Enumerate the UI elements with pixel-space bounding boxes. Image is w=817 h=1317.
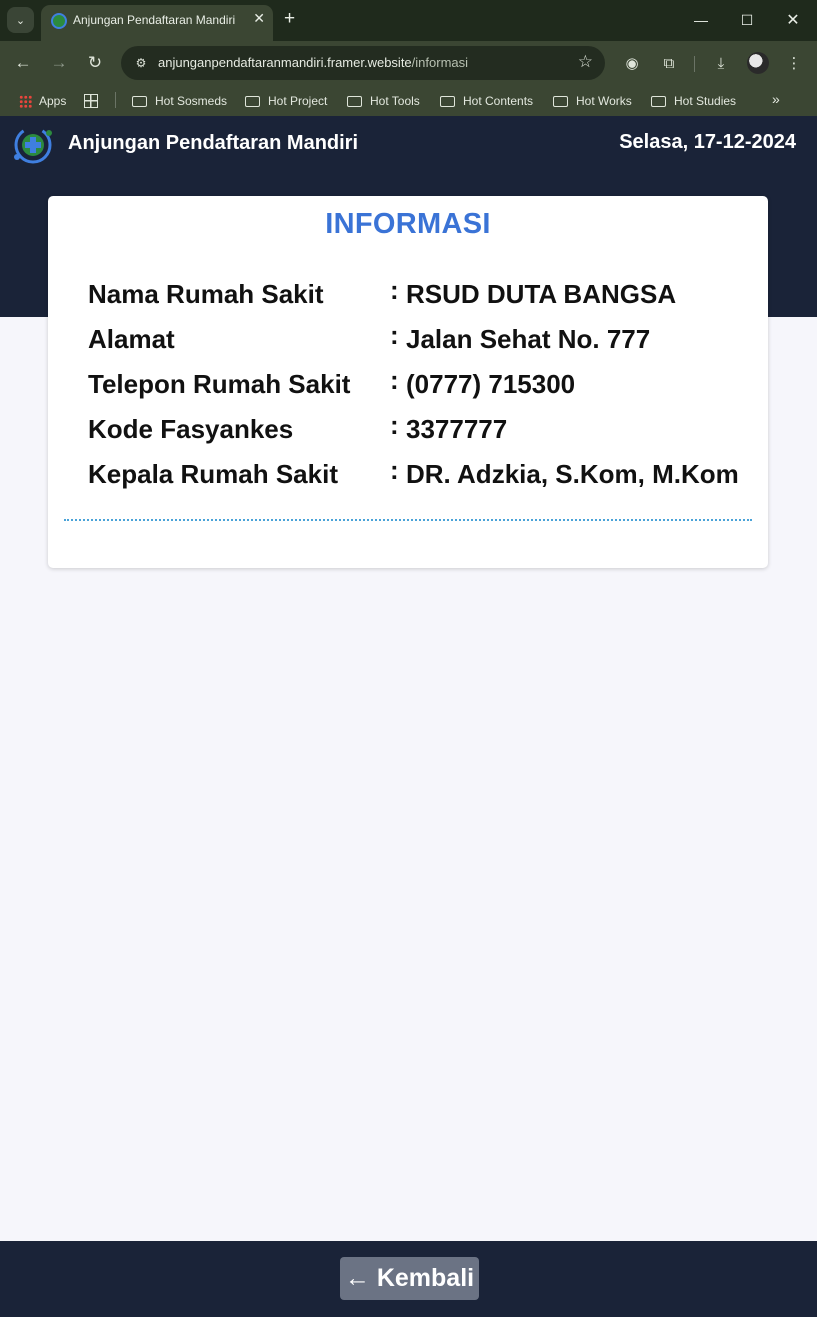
url-path: /informasi	[411, 55, 469, 70]
info-label: Alamat	[88, 324, 175, 354]
browser-toolbar: ← → ↻ ⚙ anjunganpendaftaranmandiri.frame…	[0, 41, 817, 85]
back-button[interactable]: ← Kembali	[340, 1257, 479, 1300]
bookmark-folder-hot-project[interactable]: Hot Project	[245, 91, 327, 111]
profile-avatar[interactable]	[747, 52, 769, 74]
bookmark-label: Hot Tools	[370, 94, 420, 108]
bookmark-apps[interactable]: Apps	[19, 91, 66, 111]
close-window-icon[interactable]: ✕	[779, 6, 807, 34]
info-separator: :	[390, 320, 399, 350]
bookmark-label: Hot Studies	[674, 94, 737, 108]
bookmark-label: Apps	[39, 94, 67, 108]
folder-icon	[440, 95, 455, 107]
apps-grid-icon	[19, 94, 32, 108]
tab-groups-button[interactable]	[84, 91, 98, 111]
info-label: Nama Rumah Sakit	[88, 279, 324, 309]
folder-icon	[347, 95, 362, 107]
info-value: (0777) 715300	[406, 369, 576, 399]
info-row-phone: Telepon Rumah Sakit : (0777) 715300	[88, 365, 768, 409]
maximize-icon[interactable]: ☐	[733, 6, 761, 34]
new-tab-icon[interactable]: +	[284, 8, 295, 30]
bookmark-divider	[115, 92, 116, 108]
info-label: Telepon Rumah Sakit	[88, 369, 351, 399]
info-value: Jalan Sehat No. 777	[406, 324, 651, 354]
forward-arrow-icon[interactable]: →	[47, 51, 71, 75]
info-row-hospital-head: Kepala Rumah Sakit : DR. Adzkia, S.Kom, …	[88, 455, 768, 499]
dotted-divider	[64, 519, 752, 521]
bookmark-folder-hot-sosmeds[interactable]: Hot Sosmeds	[132, 91, 227, 111]
info-label: Kepala Rumah Sakit	[88, 459, 338, 489]
favicon-icon	[51, 13, 67, 29]
bookmark-folder-hot-tools[interactable]: Hot Tools	[347, 91, 420, 111]
current-date: Selasa, 17-12-2024	[619, 131, 796, 153]
bookmark-label: Hot Project	[268, 94, 328, 108]
card-title: INFORMASI	[325, 208, 491, 240]
close-tab-icon[interactable]: ✕	[253, 10, 265, 27]
browser-titlebar: ⌄ Anjungan Pendaftaran Mandiri ✕ + — ☐ ✕	[0, 0, 817, 41]
app-footer: ← Kembali	[0, 1241, 817, 1317]
toolbar-divider	[694, 56, 695, 72]
extensions-icon[interactable]: ⧉	[657, 51, 681, 75]
back-arrow-icon[interactable]: ←	[11, 51, 35, 75]
info-separator: :	[390, 275, 399, 305]
bookmark-folder-hot-contents[interactable]: Hot Contents	[440, 91, 533, 111]
info-card: INFORMASI Nama Rumah Sakit : RSUD DUTA B…	[48, 196, 768, 568]
reload-icon[interactable]: ↻	[83, 51, 107, 75]
hospital-logo-icon	[14, 126, 52, 164]
info-row-hospital-name: Nama Rumah Sakit : RSUD DUTA BANGSA	[88, 275, 768, 319]
bookmark-star-icon[interactable]: ☆	[578, 52, 593, 72]
url-host: anjunganpendaftaranmandiri.framer.websit…	[158, 55, 412, 70]
bookmark-label: Hot Works	[576, 94, 632, 108]
address-bar[interactable]: ⚙ anjunganpendaftaranmandiri.framer.webs…	[121, 46, 605, 80]
info-separator: :	[390, 455, 399, 485]
folder-icon	[132, 95, 147, 107]
kebab-menu-icon[interactable]: ⋮	[782, 51, 806, 75]
app-title: Anjungan Pendaftaran Mandiri	[68, 132, 359, 154]
folder-icon	[651, 95, 666, 107]
info-separator: :	[390, 410, 399, 440]
info-row-facility-code: Kode Fasyankes : 3377777	[88, 410, 768, 454]
bookmark-label: Hot Contents	[463, 94, 534, 108]
info-label: Kode Fasyankes	[88, 414, 294, 444]
camera-icon[interactable]: ◉	[620, 51, 644, 75]
bookmarks-bar: Apps Hot Sosmeds Hot Project Hot Tools H…	[0, 85, 817, 116]
info-value: RSUD DUTA BANGSA	[406, 279, 677, 309]
bookmark-folder-hot-studies[interactable]: Hot Studies	[651, 91, 736, 111]
folder-icon	[245, 95, 260, 107]
more-bookmarks-icon[interactable]: »	[772, 91, 780, 107]
info-separator: :	[390, 365, 399, 395]
url-text[interactable]: anjunganpendaftaranmandiri.framer.websit…	[158, 55, 468, 70]
info-value: DR. Adzkia, S.Kom, M.Kom	[406, 459, 739, 489]
tab-groups-icon	[84, 94, 98, 108]
info-row-address: Alamat : Jalan Sehat No. 777	[88, 320, 768, 364]
bookmark-folder-hot-works[interactable]: Hot Works	[553, 91, 632, 111]
bookmark-label: Hot Sosmeds	[155, 94, 228, 108]
browser-tab[interactable]: Anjungan Pendaftaran Mandiri ✕	[41, 5, 273, 41]
download-icon[interactable]: ⤓	[709, 51, 733, 75]
info-value: 3377777	[406, 414, 508, 444]
site-info-icon[interactable]: ⚙	[130, 52, 152, 74]
minimize-icon[interactable]: —	[687, 6, 715, 34]
folder-icon	[553, 95, 568, 107]
tab-search-button[interactable]: ⌄	[7, 7, 34, 33]
tab-title: Anjungan Pendaftaran Mandiri	[73, 13, 236, 27]
chevron-down-icon: ⌄	[15, 14, 26, 27]
